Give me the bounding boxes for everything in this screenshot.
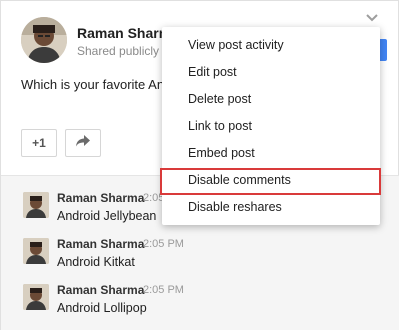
share-button[interactable] [65,129,101,157]
comment-avatar[interactable] [23,238,49,264]
comment-text: Android Kitkat [57,255,135,269]
chevron-down-icon[interactable] [365,10,379,22]
post-options-menu: View post activity Edit post Delete post… [162,27,380,225]
comment-author[interactable]: Raman Sharma [57,283,144,297]
menu-item-view-post-activity[interactable]: View post activity [162,32,380,59]
comment-time: 2:05 PM [143,238,184,250]
post-visibility: Shared publicly · [77,44,166,58]
menu-item-disable-comments[interactable]: Disable comments [162,167,380,194]
comment-avatar[interactable] [23,284,49,310]
menu-item-edit-post[interactable]: Edit post [162,59,380,86]
share-arrow-icon [75,134,91,153]
comment-item: Raman Sharma 2:05 PM Android Kitkat [1,234,399,278]
comment-author[interactable]: Raman Sharma [57,191,144,205]
visibility-label: Shared publicly [77,44,160,58]
menu-item-link-to-post[interactable]: Link to post [162,113,380,140]
comment-time: 2:05 PM [143,284,184,296]
menu-item-delete-post[interactable]: Delete post [162,86,380,113]
comment-item: Raman Sharma 2:05 PM Android Lollipop [1,280,399,324]
comment-text: Android Jellybean [57,209,157,223]
comment-avatar[interactable] [23,192,49,218]
plus-one-button[interactable]: +1 [21,129,57,157]
author-avatar[interactable] [21,17,67,63]
comment-author[interactable]: Raman Sharma [57,237,144,251]
menu-item-disable-reshares[interactable]: Disable reshares [162,194,380,221]
comment-text: Android Lollipop [57,301,147,315]
menu-item-embed-post[interactable]: Embed post [162,140,380,167]
